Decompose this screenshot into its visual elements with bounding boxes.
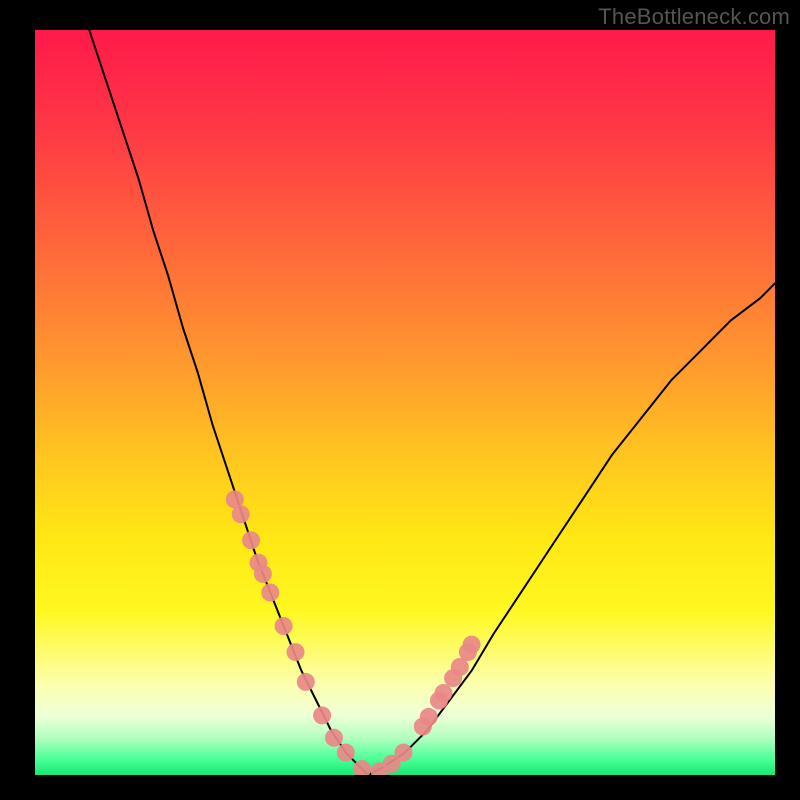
chart-frame: TheBottleneck.com (0, 0, 800, 800)
marker-dot (254, 565, 272, 583)
marker-dot (242, 531, 260, 549)
plot-area (35, 30, 775, 775)
marker-dot (420, 708, 438, 726)
curve-left-branch (79, 30, 368, 775)
marker-dot (395, 744, 413, 762)
marker-dot (435, 684, 453, 702)
marker-dot (275, 617, 293, 635)
marker-dot (313, 706, 331, 724)
marker-dot (287, 643, 305, 661)
watermark-text: TheBottleneck.com (598, 4, 790, 30)
curve-right-branch (368, 283, 775, 775)
marker-dot (325, 729, 343, 747)
marker-dot (232, 505, 250, 523)
marker-dot (297, 673, 315, 691)
marker-dot (261, 584, 279, 602)
marker-dots (226, 490, 481, 775)
marker-dot (463, 636, 481, 654)
curve-layer (35, 30, 775, 775)
marker-dot (337, 744, 355, 762)
